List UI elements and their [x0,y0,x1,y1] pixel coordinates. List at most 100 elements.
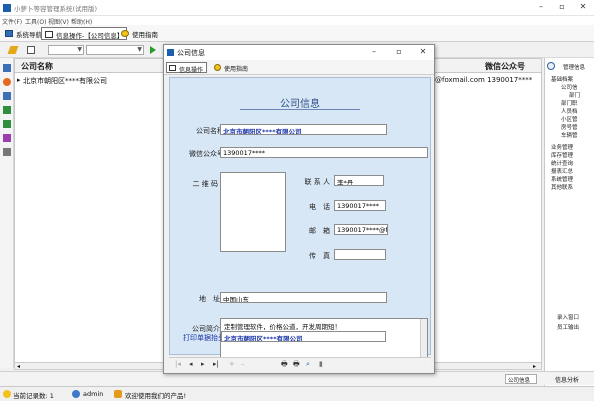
phone-label: 电 话 [309,203,330,211]
contact-label: 联 系 人 [304,178,330,186]
search-icon[interactable]: ⌕ [306,360,310,369]
chevron-down-icon: ▼ [77,46,82,53]
tree-item[interactable]: 公司信 [561,83,578,91]
next-record-icon[interactable]: ▸ [201,360,205,368]
user-icon [72,390,80,398]
title-bar: 小萝卜等容管理系统(试用版) – ▫ ✕ [0,0,594,16]
export-icon[interactable] [3,120,11,128]
dialog-title: 公司信息 [177,49,205,57]
print-header-field[interactable]: 北京市朝阳区****有限公司 [221,331,386,342]
scroll-left-icon[interactable]: ◂ [17,363,20,370]
company-form: 公司信息 公司名称 北京市朝阳区****有限公司 微信公众号 1390017**… [169,77,431,360]
delete-record-icon[interactable]: – [241,360,245,368]
tree-item[interactable]: 部门 [569,91,580,99]
form-title: 公司信息 [280,99,320,110]
wechat-field[interactable]: 1390017**** [220,147,428,158]
analysis-label[interactable]: 信息分析 [555,375,579,384]
minimize-button[interactable]: – [531,2,551,14]
list-icon[interactable] [3,92,11,100]
tree-item[interactable]: 业务管理 [551,143,573,151]
qrcode-image[interactable] [220,172,286,252]
tree-item[interactable]: 人员档 [561,107,578,115]
help-icon [121,30,129,37]
dialog-minimize-button[interactable]: – [364,47,384,59]
tree-item[interactable]: 部门职 [561,99,578,107]
close-button[interactable]: ✕ [573,2,593,14]
right-panel: 管理信息 基础档案 公司信 部门 部门职 人员档 小区管 房号管 车辆管 业务管… [544,58,594,388]
tools-icon[interactable] [3,134,11,142]
dialog-tab-info-op[interactable]: 信息操作 [166,62,208,74]
tree-item[interactable]: 房号管 [561,123,578,131]
bulb-icon [3,390,11,398]
address-label: 地 址 [199,295,220,303]
print-icon[interactable]: 🖶 [281,360,288,371]
dialog-toolbar: 信息操作 使用指南 [164,60,434,75]
tree-item[interactable]: 车辆管 [561,131,578,139]
run-icon[interactable] [150,46,156,54]
dialog-maximize-button[interactable]: ▫ [389,47,409,59]
settings-icon[interactable] [3,78,11,86]
tree-item[interactable]: 库存管理 [551,151,573,159]
add-record-icon[interactable]: + [229,360,235,368]
prev-record-icon[interactable]: ◂ [189,360,193,368]
edit-icon[interactable] [7,46,19,54]
address-field[interactable]: 中国山东 [220,292,387,303]
fax-field[interactable] [334,249,386,260]
welcome-text: 欢迎使用我们的产品! [125,392,187,400]
close-form-icon[interactable]: ▮ [319,360,323,368]
tab-system-nav[interactable]: 系统导航 [2,27,45,40]
app-icon [3,4,11,12]
company-info-dialog: 公司信息 – ▫ ✕ 信息操作 使用指南 公司信息 公司名称 北京市朝阳区***… [163,44,435,374]
print-preview-icon[interactable]: 🖶 [293,360,300,371]
delete-icon[interactable] [3,148,11,156]
col-company-name[interactable]: 公司名称 [21,61,53,72]
qrcode-label: 二 维 码 [192,180,218,188]
cell-company: 北京市朝阳区****有限公司 [23,77,107,85]
col-wechat[interactable]: 微信公众号 [485,61,525,72]
phone-field[interactable]: 1390017**** [334,200,386,211]
chevron-down-icon: ▼ [137,46,142,53]
scroll-right-icon[interactable]: ▸ [533,363,536,370]
record-count: 当前记录数: 1 [13,392,54,400]
company-name-field[interactable]: 北京市朝阳区****有限公司 [220,124,387,135]
tree-item[interactable]: 系统管理 [551,175,573,183]
menu-bar: 文件(F) 工具(O) 视图(V) 帮助(H) [0,16,594,26]
table-icon[interactable] [3,106,11,114]
tree-item[interactable]: 报表汇总 [551,167,573,175]
filter-icon[interactable] [27,46,35,54]
dialog-tab-guide[interactable]: 使用指南 [212,62,251,73]
view-select[interactable]: 公司信息 [505,374,537,384]
tree-item[interactable]: 基础档案 [551,75,573,83]
panel-link-output[interactable]: 员工输出 [557,323,579,331]
filter-value-combo[interactable]: ▼ [86,45,144,55]
tree-item[interactable]: 小区管 [561,115,578,123]
last-record-icon[interactable]: ▸| [213,360,219,368]
tree-item[interactable]: 其他联系 [551,183,573,191]
fax-label: 传 真 [309,252,330,260]
tab-guide[interactable]: 使用指南 [118,27,161,40]
panel-link-input[interactable]: 录入窗口 [557,313,579,321]
wechat-label: 微信公众号 [189,150,224,158]
email-field[interactable]: 1390017****@fo [334,224,388,235]
company-name-label: 公司名称 [196,127,224,135]
filter-field-combo[interactable]: ▼ [48,45,84,55]
nav-icon [5,30,13,37]
contact-field[interactable]: 李*丹 [334,175,384,186]
form-icon [45,31,53,38]
maximize-button[interactable]: ▫ [552,2,572,14]
tab-company-info[interactable]: 信息操作-【公司信息】 [41,27,128,40]
dialog-close-button[interactable]: ✕ [413,47,433,59]
print-header-label: 打印单据抬头 [183,334,225,342]
first-record-icon[interactable]: |◂ [175,360,181,368]
current-user: admin [83,390,104,398]
grid-icon[interactable] [3,64,11,72]
email-label: 邮 箱 [309,227,330,235]
dialog-title-bar: 公司信息 – ▫ ✕ [164,45,434,60]
panel-header: 管理信息 [563,65,586,71]
textarea-scrollbar[interactable] [420,319,427,359]
left-icon-strip [0,58,14,368]
tree-item[interactable]: 统计查询 [551,159,573,167]
info-icon [547,62,555,70]
form-icon [169,65,176,71]
dialog-icon [167,49,174,56]
